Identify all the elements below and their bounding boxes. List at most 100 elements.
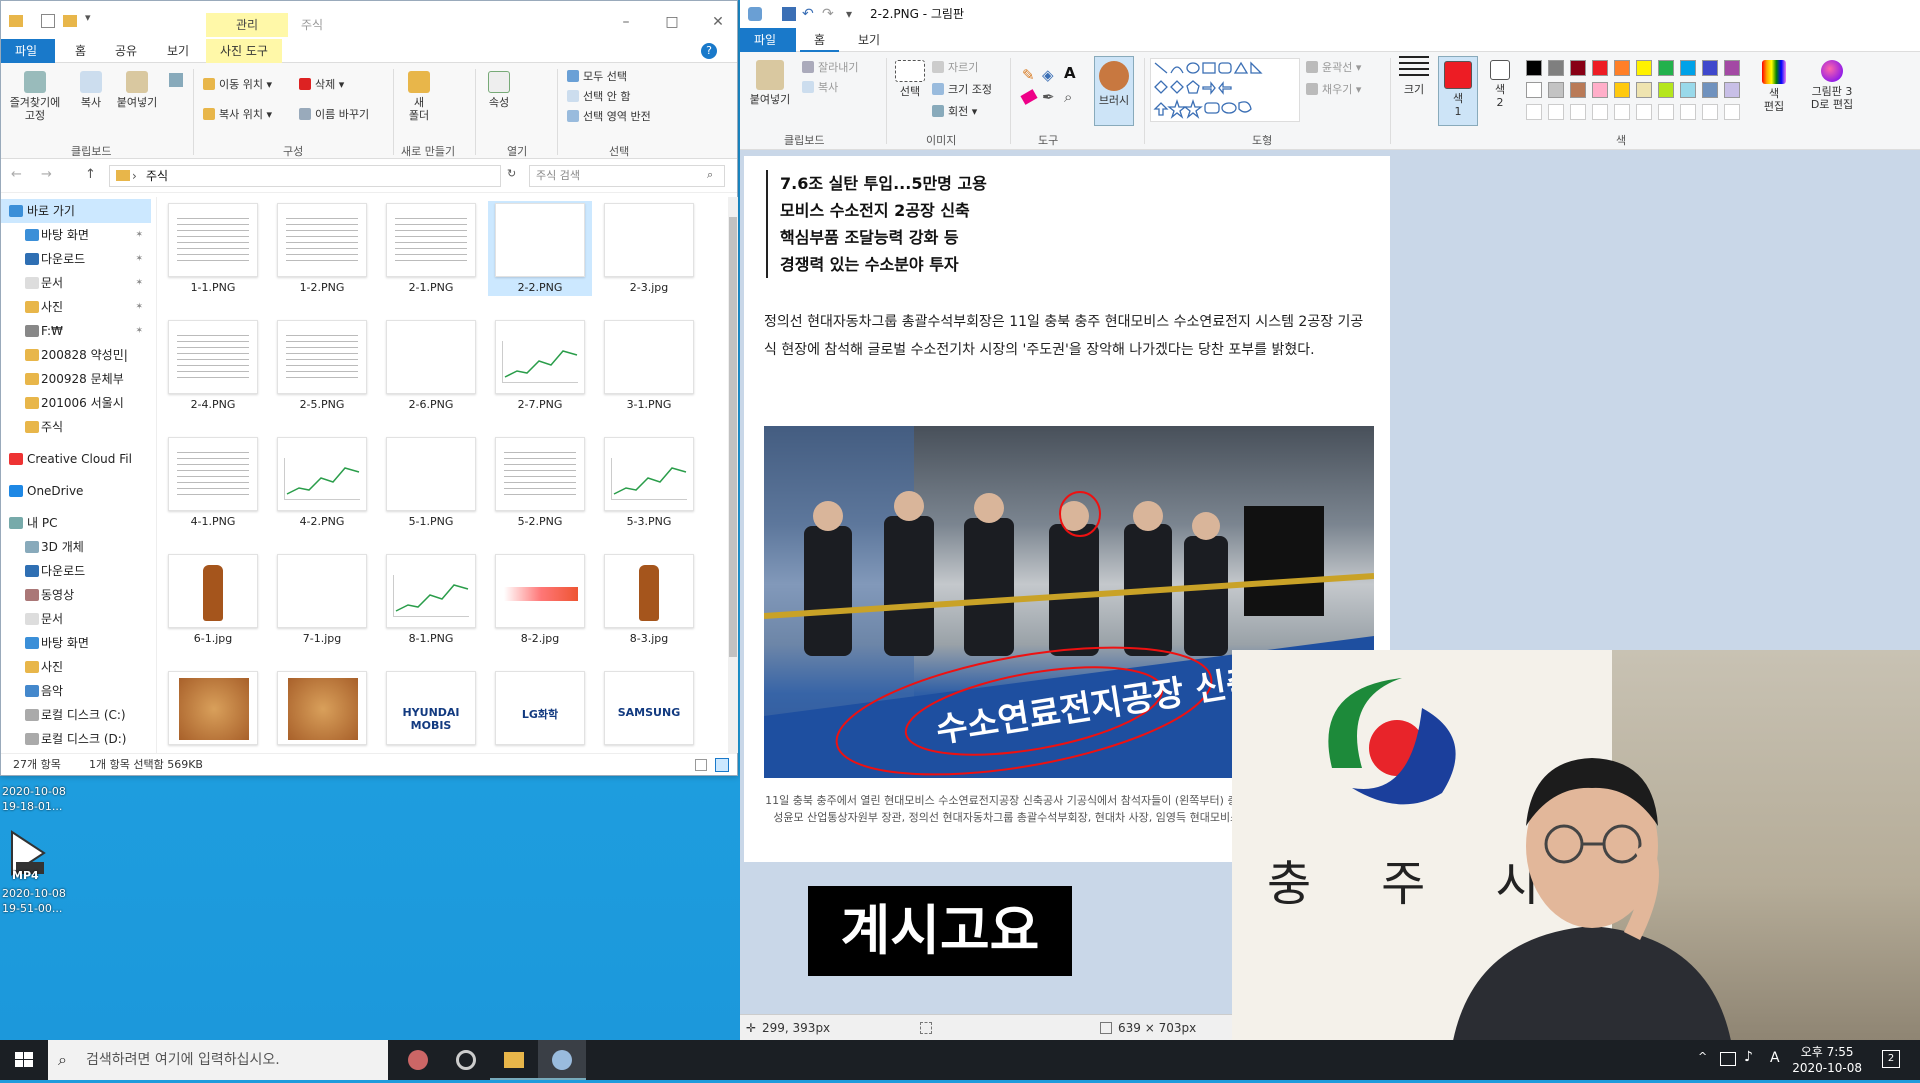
fill-dropdown[interactable]: 채우기 ▾	[1306, 82, 1361, 98]
select-none-button[interactable]: 선택 안 함	[567, 89, 630, 105]
new-folder-quick-icon[interactable]	[63, 15, 77, 27]
copy-button[interactable]: 복사	[802, 80, 838, 96]
pencil-icon[interactable]: ✎	[1022, 66, 1035, 84]
color2-button[interactable]: 색 2	[1482, 60, 1518, 109]
delete-button[interactable]: 삭제 ▾	[299, 77, 344, 93]
custom-color-slot[interactable]	[1548, 104, 1564, 120]
select-button[interactable]: 선택	[890, 60, 930, 98]
properties-quick-icon[interactable]	[41, 14, 55, 28]
chevron-down-icon[interactable]: ▾	[846, 0, 852, 28]
rotate-button[interactable]: 회전 ▾	[932, 104, 977, 120]
start-button[interactable]	[0, 1040, 48, 1080]
ime-indicator[interactable]: A	[1770, 1050, 1780, 1066]
palette-swatch[interactable]	[1570, 82, 1586, 98]
file-item[interactable]: 2-2.PNG	[488, 201, 592, 296]
minimize-button[interactable]: –	[609, 11, 643, 33]
shapes-gallery[interactable]	[1150, 58, 1300, 122]
taskbar-search-input[interactable]: 검색하려면 여기에 입력하십시오.	[48, 1040, 388, 1080]
palette-swatch[interactable]	[1636, 60, 1652, 76]
file-item[interactable]: 2-1.PNG	[379, 201, 483, 296]
scrollbar[interactable]	[728, 197, 738, 753]
nav-item[interactable]: 문서	[1, 607, 151, 631]
nav-item[interactable]: 음악	[1, 679, 151, 703]
nav-item[interactable]: 바탕 화면	[1, 631, 151, 655]
color-picker-icon[interactable]: ✒	[1042, 88, 1055, 106]
nav-item[interactable]: 200928 문체부	[1, 367, 151, 391]
custom-color-slot[interactable]	[1636, 104, 1652, 120]
pin-quick-access-button[interactable]: 즐겨찾기에 고정	[7, 71, 63, 122]
tab-view[interactable]: 보기	[153, 39, 203, 63]
palette-swatch[interactable]	[1658, 60, 1674, 76]
nav-item[interactable]: 3D 개체	[1, 535, 151, 559]
tab-home[interactable]: 홈	[61, 39, 100, 63]
palette-swatch[interactable]	[1724, 82, 1740, 98]
file-item[interactable]: 8-3.jpg	[597, 552, 701, 647]
palette-swatch[interactable]	[1548, 82, 1564, 98]
chevron-up-icon[interactable]: ^	[1698, 1050, 1707, 1063]
resize-button[interactable]: 크기 조정	[932, 82, 992, 98]
palette-swatch[interactable]	[1724, 60, 1740, 76]
move-to-button[interactable]: 이동 위치 ▾	[203, 77, 272, 93]
file-item[interactable]: 8-1.PNG	[379, 552, 483, 647]
desktop-file-label[interactable]: 2020-10-08 19-18-01...	[2, 784, 66, 814]
nav-item[interactable]: 문서 ✶	[1, 271, 151, 295]
nav-item[interactable]: 다운로드	[1, 559, 151, 583]
eraser-icon[interactable]	[1020, 89, 1038, 105]
properties-button[interactable]: 속성	[481, 71, 517, 109]
crop-button[interactable]: 자르기	[932, 60, 978, 76]
chevron-down-icon[interactable]: ▾	[85, 11, 91, 24]
taskbar-file-explorer[interactable]	[490, 1040, 538, 1080]
nav-item[interactable]: 다운로드 ✶	[1, 247, 151, 271]
palette-swatch[interactable]	[1614, 60, 1630, 76]
undo-icon[interactable]: ↶	[802, 0, 814, 28]
custom-color-slot[interactable]	[1592, 104, 1608, 120]
brush-button[interactable]: 브러시	[1094, 56, 1134, 126]
copy-button[interactable]: 복사	[73, 71, 109, 109]
invert-selection-button[interactable]: 선택 영역 반전	[567, 109, 651, 125]
nav-item[interactable]: F:₩ ✶	[1, 319, 151, 343]
details-view-icon[interactable]	[695, 759, 707, 771]
tab-view[interactable]: 보기	[844, 28, 894, 52]
forward-arrow-icon[interactable]: →	[41, 167, 52, 182]
taskbar-app-1[interactable]	[394, 1040, 442, 1080]
nav-item[interactable]: 동영상	[1, 583, 151, 607]
palette-swatch[interactable]	[1680, 60, 1696, 76]
palette-swatch[interactable]	[1680, 82, 1696, 98]
custom-color-slot[interactable]	[1526, 104, 1542, 120]
palette-swatch[interactable]	[1702, 60, 1718, 76]
nav-item[interactable]: 로컬 디스크 (D:)	[1, 727, 151, 751]
file-item[interactable]: 4-1.PNG	[161, 435, 265, 530]
paint3d-button[interactable]: 그림판 3 D로 편집	[1802, 60, 1862, 111]
nav-item[interactable]: 바탕 화면 ✶	[1, 223, 151, 247]
nav-item[interactable]: 200828 약성민|	[1, 343, 151, 367]
file-item[interactable]: 4-2.PNG	[270, 435, 374, 530]
palette-swatch[interactable]	[1592, 60, 1608, 76]
help-icon[interactable]: ?	[701, 43, 717, 59]
tab-home[interactable]: 홈	[800, 28, 840, 52]
nav-item[interactable]: 사진	[1, 655, 151, 679]
file-item[interactable]: 6-1.jpg	[161, 552, 265, 647]
file-item[interactable]	[161, 669, 265, 751]
paste-button[interactable]: 붙여넣기	[748, 60, 792, 106]
volume-icon[interactable]: ♪	[1744, 1049, 1753, 1065]
search-input[interactable]: 주식 검색	[529, 165, 725, 187]
nav-item[interactable]: OneDrive	[1, 479, 151, 503]
clock[interactable]: 오후 7:55 2020-10-08	[1792, 1044, 1862, 1076]
palette-swatch[interactable]	[1570, 60, 1586, 76]
custom-color-slot[interactable]	[1702, 104, 1718, 120]
edit-colors-button[interactable]: 색 편집	[1756, 60, 1792, 113]
taskbar-paint[interactable]	[538, 1040, 586, 1080]
file-item[interactable]: SAMSUNG	[597, 669, 701, 751]
file-item[interactable]: LG화학	[488, 669, 592, 751]
color1-button[interactable]: 색 1	[1438, 56, 1478, 126]
close-button[interactable]: ✕	[701, 11, 735, 33]
back-arrow-icon[interactable]: ←	[11, 167, 22, 182]
palette-swatch[interactable]	[1658, 82, 1674, 98]
custom-color-slot[interactable]	[1570, 104, 1586, 120]
save-icon[interactable]	[782, 7, 796, 21]
file-item[interactable]: 5-1.PNG	[379, 435, 483, 530]
palette-swatch[interactable]	[1636, 82, 1652, 98]
fill-bucket-icon[interactable]: ◈	[1042, 66, 1054, 84]
file-item[interactable]: 2-7.PNG	[488, 318, 592, 413]
nav-item[interactable]: 사진 ✶	[1, 295, 151, 319]
